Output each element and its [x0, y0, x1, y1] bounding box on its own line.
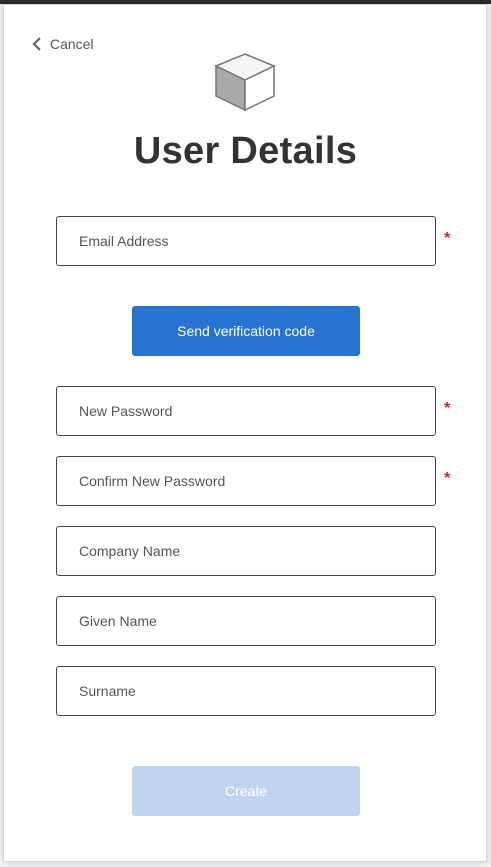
page-title: User Details — [133, 130, 358, 172]
company-name-field[interactable] — [56, 526, 436, 576]
cancel-link[interactable]: Cancel — [32, 36, 94, 52]
cancel-label: Cancel — [50, 36, 94, 52]
confirm-password-field[interactable] — [56, 456, 436, 506]
chevron-left-icon — [32, 37, 42, 51]
given-name-field[interactable] — [56, 596, 436, 646]
confirm-password-required-marker: * — [444, 470, 451, 487]
email-required-marker: * — [444, 230, 451, 247]
new-password-field[interactable] — [56, 386, 436, 436]
cube-logo-icon — [214, 52, 276, 112]
surname-field[interactable] — [56, 666, 436, 716]
email-field[interactable] — [56, 216, 436, 266]
send-verification-code-button[interactable]: Send verification code — [132, 306, 360, 356]
new-password-required-marker: * — [444, 400, 451, 417]
create-button[interactable]: Create — [132, 766, 360, 816]
